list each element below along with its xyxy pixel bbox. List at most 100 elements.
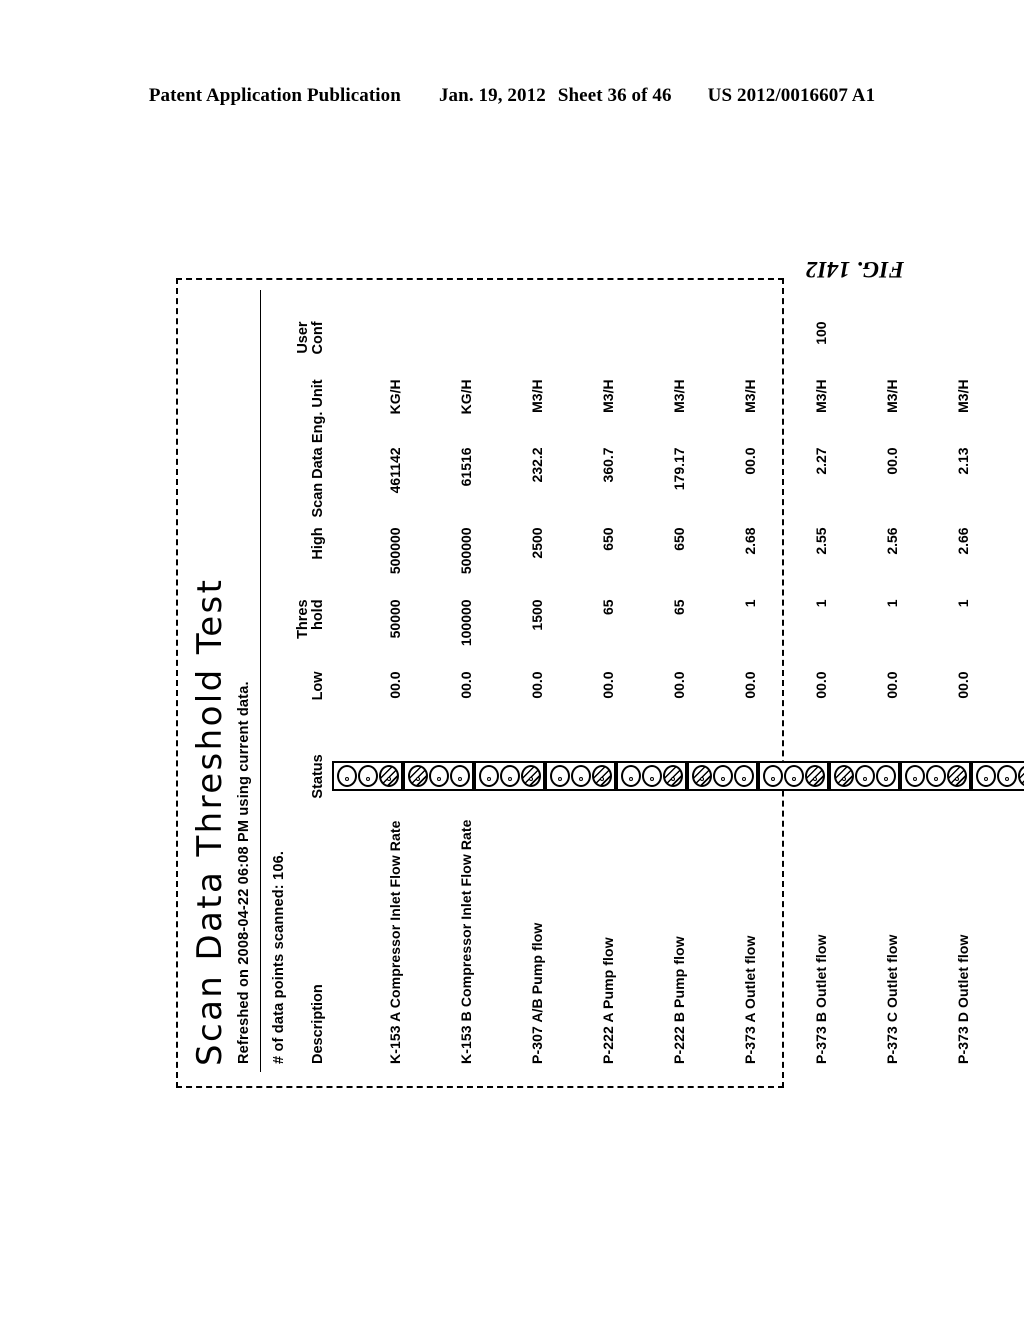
status-indicator-icon [616, 761, 687, 792]
table-row[interactable]: P-222 B Pump flow 00.0 65 650 179.17 M3/H [616, 321, 687, 1064]
cell-low: 00.0 [813, 671, 829, 699]
status-lamp-row [641, 765, 662, 788]
table-row[interactable]: P-222 A Pump flow 00.0 65 650 360.7 M3/H [545, 321, 616, 1064]
table-row[interactable]: P-373 B Outlet flow 00.0 1 2.55 2.27 M3/H 100 [758, 321, 829, 1064]
table-row[interactable]: P-307 A/B Pump flow 00.0 1500 2500 232.2 M3/H [474, 321, 545, 1064]
status-indicator-icon [545, 761, 616, 792]
cell-low: 00.0 [884, 671, 900, 699]
cell-status [900, 733, 971, 819]
status-lamp-row [499, 765, 520, 788]
scan-data-threshold-report: Scan Data Threshold Test Refreshed on 20… [176, 278, 1024, 1088]
status-lamp-row [925, 765, 946, 788]
table-row[interactable]: P-373 D Outlet flow 00.0 1 2.66 2.13 M3/H [900, 321, 971, 1064]
cell-status [687, 733, 758, 819]
status-lamp-row [378, 765, 399, 788]
cell-user-conf [332, 321, 403, 379]
cell-high: 500000 [387, 527, 403, 575]
cell-user-conf [900, 321, 971, 379]
status-lamp-row [591, 765, 612, 788]
status-lamp-row [996, 765, 1017, 788]
table-row[interactable]: K-153 A Compressor Inlet Flow Rate 00.0 50… [332, 321, 403, 1064]
user-conf-header-line2: Conf [309, 321, 326, 355]
status-lamp-row [1017, 765, 1024, 788]
cell-description: P-373 D Outlet flow [955, 934, 971, 1064]
cell-threshold: 50000 [387, 599, 403, 639]
status-lamp-row [478, 765, 499, 788]
publication-date: Jan. 19, 2012 [438, 85, 546, 106]
cell-threshold: 100000 [458, 599, 474, 647]
status-lamp-top-icon [336, 765, 357, 788]
column-header-threshold: Thres hold [295, 599, 332, 671]
column-header-description: Description [309, 984, 326, 1064]
cell-user-conf [474, 321, 545, 379]
report-title: Scan Data Threshold Test [190, 577, 230, 1066]
status-lamp-row [762, 765, 783, 788]
table-row[interactable]: K-153 B Compressor Inlet Flow Rate 00.0 10… [403, 321, 474, 1064]
table-row[interactable]: P-373 A Outlet flow 00.0 1 2.68 00.0 M3/H [687, 321, 758, 1064]
status-indicator-icon [332, 761, 403, 792]
cell-scan-data: 2.13 [955, 447, 971, 475]
cell-threshold: 1 [955, 599, 971, 608]
cell-low: 00.0 [742, 671, 758, 699]
cell-status [545, 733, 616, 819]
status-indicator-icon [971, 761, 1024, 792]
status-lamp-middle-icon [570, 765, 591, 788]
status-lamp-bottom-icon [1017, 765, 1024, 788]
cell-eng-unit: M3/H [884, 379, 900, 413]
cell-user-conf [403, 321, 474, 379]
patent-number: US 2012/0016607 A1 [707, 85, 876, 106]
cell-low: 00.0 [600, 671, 616, 699]
cell-low: 00.0 [529, 671, 545, 699]
status-lamp-row [570, 765, 591, 788]
status-lamp-top-icon [975, 765, 996, 788]
figure-caption: FIG. 14I2 [805, 257, 904, 282]
status-lamp-row [662, 765, 683, 788]
status-indicator-icon [403, 761, 474, 792]
column-header-user-conf: User Conf [295, 321, 332, 379]
status-lamp-top-icon [833, 765, 854, 788]
table-header-row: Description Status Low Thres hold High S… [295, 321, 332, 1064]
cell-status [403, 733, 474, 819]
rotated-figure-stage: Scan Data Threshold Test Refreshed on 20… [176, 257, 1024, 1088]
column-header-scan-data: Scan Data [309, 447, 326, 518]
cell-threshold: 1 [884, 599, 900, 608]
status-lamp-middle-icon [499, 765, 520, 788]
cell-scan-data: 00.0 [742, 447, 758, 475]
cell-scan-data: 61516 [458, 447, 474, 487]
cell-eng-unit: M3/H [813, 379, 829, 413]
cell-threshold: 1 [813, 599, 829, 608]
status-lamp-middle-icon [783, 765, 804, 788]
table-row[interactable]: P-373 C Outlet flow 00.0 1 2.56 00.0 M3/H [829, 321, 900, 1064]
status-indicator-icon [758, 761, 829, 792]
status-lamp-bottom-icon [662, 765, 683, 788]
cell-user-conf: 100 [813, 321, 829, 345]
cell-eng-unit: M3/H [971, 379, 1024, 447]
threshold-table: Description Status Low Thres hold High S… [295, 321, 1024, 1064]
cell-user-conf [829, 321, 900, 379]
status-lamp-bottom-icon [804, 765, 825, 788]
table-row[interactable]: P-701 A Pump flow 00.01402000249.29M3/H10… [971, 321, 1024, 1064]
cell-status [758, 733, 829, 819]
column-header-high: High [309, 527, 326, 560]
status-lamp-top-icon [762, 765, 783, 788]
cell-high: 2000 [971, 527, 1024, 599]
cell-eng-unit: M3/H [955, 379, 971, 413]
sheet-number: Sheet 36 of 46 [557, 85, 672, 106]
cell-eng-unit: M3/H [529, 379, 545, 413]
status-indicator-icon [900, 761, 971, 792]
status-lamp-top-icon [478, 765, 499, 788]
status-lamp-row [946, 765, 967, 788]
cell-high: 2500 [529, 527, 545, 559]
cell-description: P-222 B Pump flow [671, 936, 687, 1064]
cell-user-conf [545, 321, 616, 379]
patent-page-header: Patent Application Publication Jan. 19, 2… [0, 85, 1024, 107]
status-lamp-bottom-icon [733, 765, 754, 788]
cell-eng-unit: M3/H [600, 379, 616, 413]
title-divider [260, 290, 261, 1072]
status-lamp-middle-icon [854, 765, 875, 788]
status-lamp-middle-icon [357, 765, 378, 788]
cell-high: 2.56 [884, 527, 900, 555]
cell-low: 00.0 [955, 671, 971, 699]
status-lamp-bottom-icon [946, 765, 967, 788]
publication-label: Patent Application Publication [148, 85, 401, 106]
